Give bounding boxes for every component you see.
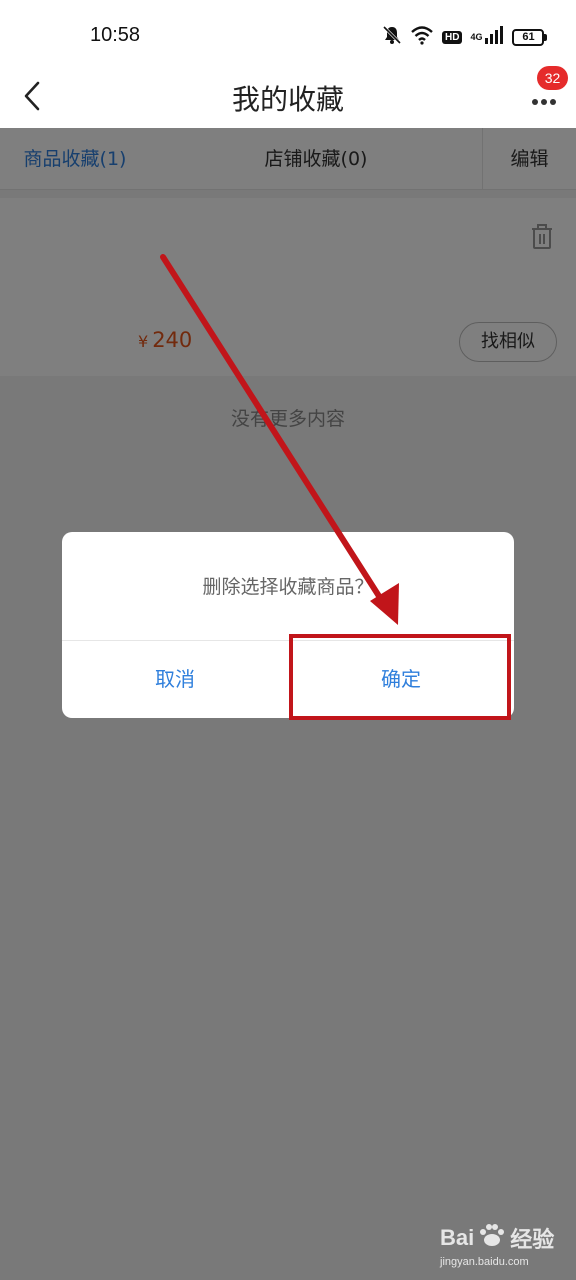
signal-icon xyxy=(484,25,504,49)
cancel-button[interactable]: 取消 xyxy=(62,641,288,718)
annotation-highlight-box xyxy=(289,634,511,720)
battery-icon: 61 xyxy=(512,28,548,46)
page-title: 我的收藏 xyxy=(231,83,344,116)
status-bar: 10:58 HD 4G 61 xyxy=(0,0,576,68)
battery-level: 61 xyxy=(512,28,545,46)
watermark-url: jingyan.baidu.com xyxy=(440,1256,529,1268)
status-time: 10:58 xyxy=(90,24,141,46)
status-icons: HD 4G 61 xyxy=(382,24,548,50)
network-label: 4G xyxy=(470,32,483,42)
dialog-message: 删除选择收藏商品？ xyxy=(202,576,374,598)
notification-badge: 32 xyxy=(537,66,568,90)
watermark: Bai 经验 jingyan.baidu.com xyxy=(440,1222,560,1268)
paw-icon xyxy=(478,1222,506,1254)
nav-bar: 我的收藏 xyxy=(0,68,576,128)
watermark-brand: Bai 经验 xyxy=(440,1222,560,1254)
bell-off-icon xyxy=(382,25,402,49)
hd-badge: HD xyxy=(442,30,463,44)
more-dots-icon xyxy=(531,90,558,109)
wifi-icon xyxy=(410,25,434,49)
